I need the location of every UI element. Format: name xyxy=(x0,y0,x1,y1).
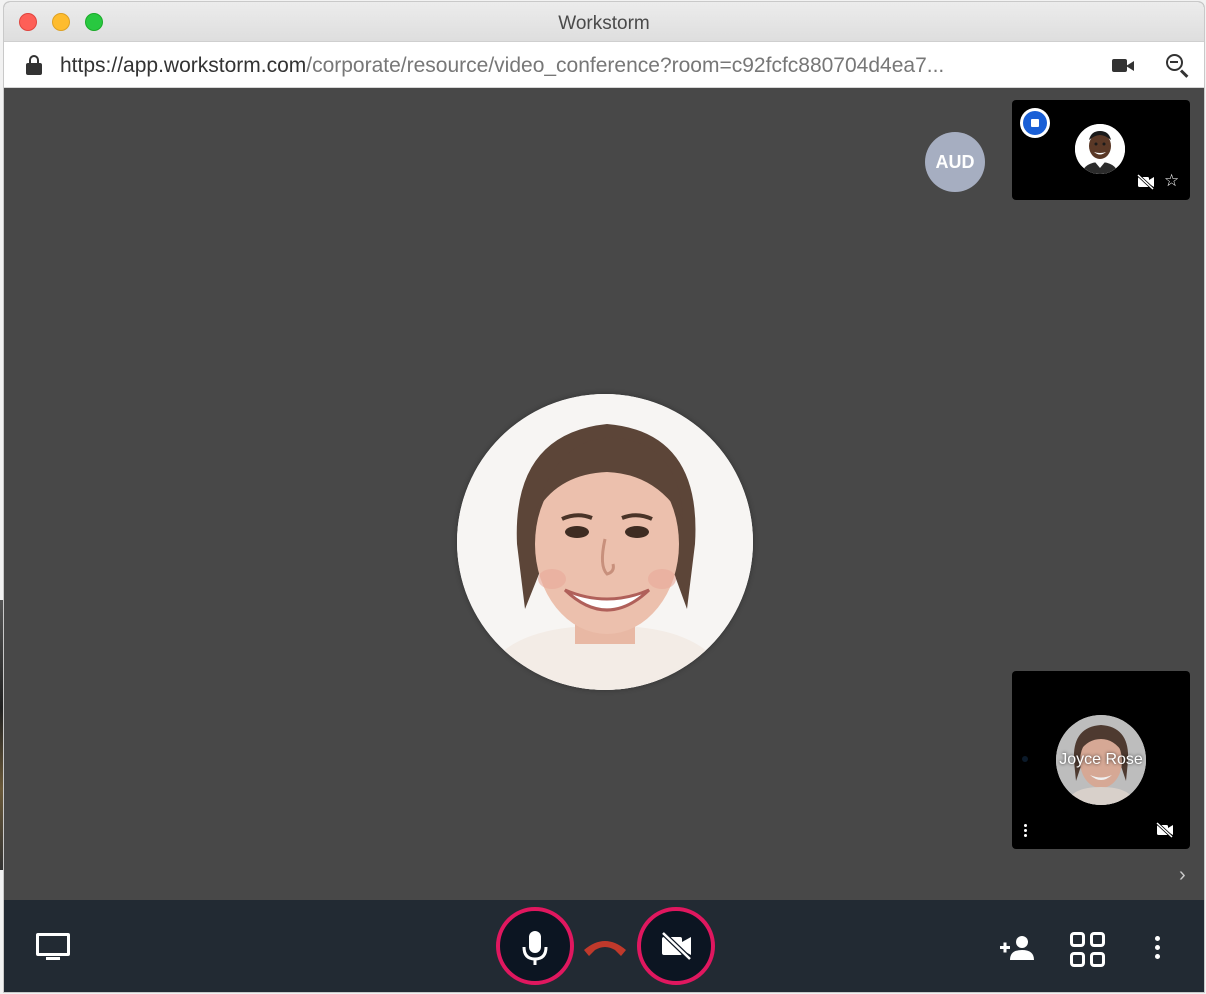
more-options-button[interactable] xyxy=(1155,936,1161,960)
title-bar: Workstorm xyxy=(4,2,1204,42)
camera-toggle-button[interactable] xyxy=(637,907,715,985)
thumbnail-menu-icon[interactable] xyxy=(1024,824,1028,840)
thumbnail-avatar xyxy=(1075,124,1125,174)
audio-indicator-badge: AUD xyxy=(925,132,985,192)
monitor-icon xyxy=(36,933,70,956)
camera-off-icon xyxy=(1137,174,1155,190)
woman-portrait-avatar xyxy=(457,394,753,690)
microphone-button[interactable] xyxy=(496,907,574,985)
url-text[interactable]: https://app.workstorm.com/corporate/reso… xyxy=(60,54,1090,78)
participant-thumbnail-2[interactable]: Joyce Rose xyxy=(1012,671,1190,849)
participant-name-label: Joyce Rose xyxy=(1059,751,1143,768)
screen-share-button[interactable] xyxy=(36,933,70,961)
add-participant-button[interactable] xyxy=(998,934,1036,962)
man-portrait-avatar xyxy=(1075,124,1125,174)
conference-window: Workstorm https://app.workstorm.com/corp… xyxy=(4,2,1204,992)
grid-view-button[interactable] xyxy=(1070,932,1106,968)
url-host: https://app.workstorm.com xyxy=(60,54,307,77)
chevron-right-icon[interactable]: › xyxy=(1179,864,1186,887)
lock-icon xyxy=(26,55,42,75)
pin-star-icon[interactable]: ☆ xyxy=(1164,172,1179,189)
camera-off-icon xyxy=(1156,822,1174,838)
participant-thumbnail-1[interactable]: ☆ xyxy=(1012,100,1190,200)
camera-permission-icon[interactable] xyxy=(1112,58,1136,74)
address-bar: https://app.workstorm.com/corporate/reso… xyxy=(4,42,1204,88)
window-title: Workstorm xyxy=(558,13,650,34)
zoom-out-icon[interactable] xyxy=(1166,54,1190,78)
camera-off-icon xyxy=(661,931,692,961)
microphone-icon xyxy=(522,931,548,965)
call-toolbar xyxy=(4,900,1204,992)
video-stage: AUD ☆ Joyce Rose › xyxy=(4,88,1204,900)
active-speaker-icon xyxy=(1020,108,1050,138)
main-participant-avatar xyxy=(457,394,753,690)
url-path: /corporate/resource/video_conference?roo… xyxy=(306,54,945,77)
hang-up-button[interactable] xyxy=(580,932,630,958)
